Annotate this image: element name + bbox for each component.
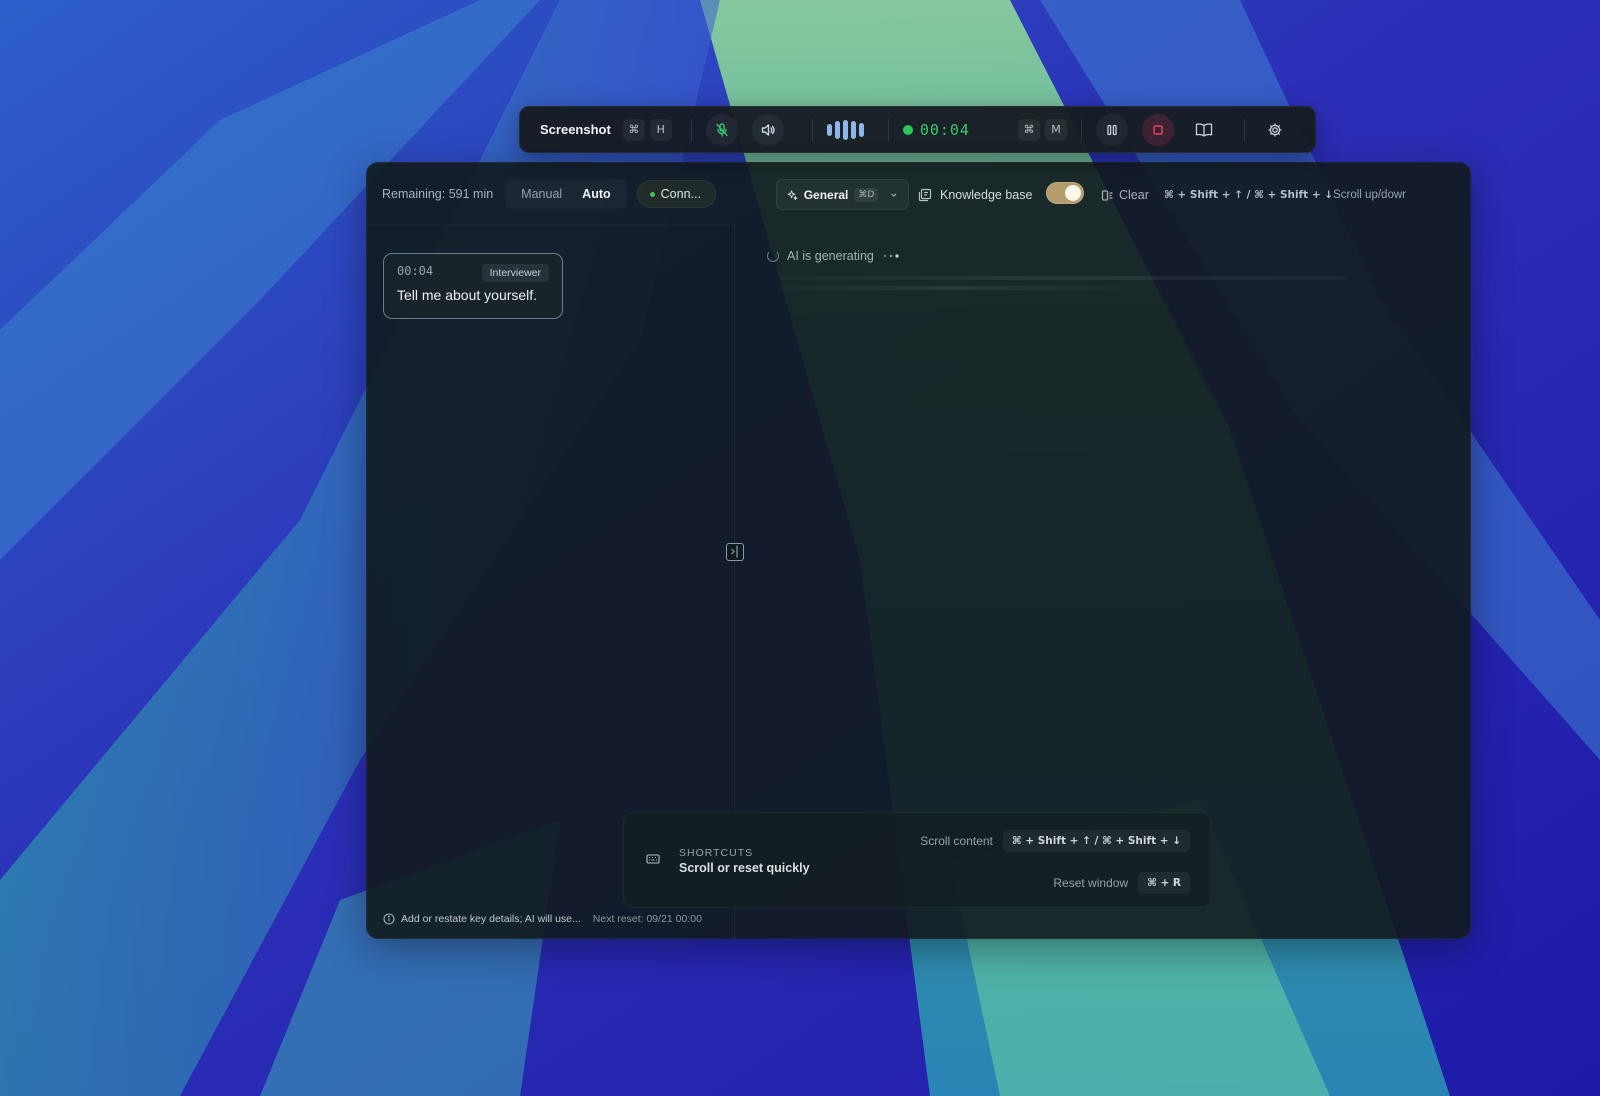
knowledge-base-icon	[918, 188, 932, 202]
info-icon	[383, 913, 395, 925]
screenshot-key-cmd: ⌘	[622, 118, 645, 141]
knowledge-base: Knowledge base	[918, 181, 1032, 209]
knowledge-base-toggle[interactable]	[1046, 182, 1084, 204]
assistant-mode-shortcut: ⌘D	[854, 187, 879, 202]
sparkle-icon	[787, 189, 798, 200]
assistant-mode-dropdown[interactable]: General ⌘D	[776, 179, 909, 210]
screenshot-key-h: H	[649, 118, 672, 141]
pause-icon	[1107, 124, 1117, 135]
speaker-icon	[761, 123, 775, 136]
shortcut-reset-label: Reset window	[1053, 876, 1129, 890]
collapse-panel-icon[interactable]	[726, 543, 744, 561]
shortcuts-kicker: SHORTCUTS	[679, 847, 754, 859]
panel-footer: Add or restate key details; AI will use.…	[383, 913, 702, 925]
transcript-card[interactable]: 00:04 Interviewer Tell me about yourself…	[383, 253, 563, 319]
speaker-button[interactable]	[751, 113, 784, 146]
shortcut-reset-keys: ⌘ + R	[1138, 872, 1190, 894]
response-placeholder-line	[780, 286, 1125, 290]
context-note-text: Add or restate key details; AI will use.…	[401, 913, 581, 925]
toolbar-divider	[1080, 118, 1082, 141]
shortcuts-tip: SHORTCUTS Scroll or reset quickly Scroll…	[623, 812, 1211, 908]
marker-key-m: M	[1044, 118, 1067, 141]
typing-dots-icon	[883, 254, 899, 258]
mode-auto[interactable]: Auto	[572, 187, 620, 201]
response-placeholder-line	[780, 276, 1347, 280]
screenshot-label[interactable]: Screenshot	[540, 122, 611, 137]
toolbar-divider	[811, 118, 813, 141]
header-divider	[367, 225, 734, 226]
shortcut-scroll-keys: ⌘ + Shift + ↑ / ⌘ + Shift + ↓	[1002, 830, 1190, 852]
stop-icon	[1153, 124, 1163, 135]
recording-toolbar: Screenshot ⌘ H 00:04 ⌘ M	[519, 106, 1316, 153]
remaining-time: Remaining: 591 min	[382, 187, 494, 201]
scroll-label: Scroll up/dowr	[1333, 189, 1406, 201]
guide-button[interactable]	[1188, 114, 1220, 146]
marker-key-cmd: ⌘	[1017, 118, 1040, 141]
pause-button[interactable]	[1095, 113, 1128, 146]
scroll-shortcut-hint: ⌘ + Shift + ↑ / ⌘ + Shift + ↓ Scroll up/…	[1164, 181, 1459, 209]
toolbar-divider	[1243, 118, 1245, 141]
clear-button[interactable]: Clear	[1101, 181, 1149, 209]
gear-icon	[1268, 123, 1282, 136]
mute-mic-button[interactable]	[705, 113, 738, 146]
speaker-badge: Interviewer	[481, 264, 549, 282]
toolbar-divider	[690, 118, 692, 141]
knowledge-base-label: Knowledge base	[940, 188, 1033, 202]
audio-level-icon	[826, 119, 864, 140]
recording-dot-icon	[902, 124, 913, 135]
mic-off-icon	[716, 122, 728, 137]
assistant-panel: Remaining: 591 min Manual Auto Conn... G…	[366, 162, 1471, 939]
shortcut-scroll-label: Scroll content	[920, 834, 993, 848]
shortcuts-title: Scroll or reset quickly	[679, 861, 810, 875]
next-reset: Next reset: 09/21 00:00	[592, 913, 702, 925]
mode-switch: Manual Auto	[505, 179, 626, 209]
ai-status-label: AI is generating	[787, 249, 874, 263]
ai-status: AI is generating	[767, 249, 902, 263]
assistant-mode-label: General	[803, 187, 849, 202]
settings-button[interactable]	[1259, 114, 1291, 146]
keyboard-icon	[646, 854, 660, 864]
timer-value: 00:04	[919, 120, 970, 139]
clear-label: Clear	[1119, 188, 1149, 202]
stop-recording-button[interactable]	[1141, 113, 1174, 146]
clear-icon	[1101, 189, 1113, 201]
toolbar-divider	[887, 118, 889, 141]
shortcut-scroll-row: Scroll content ⌘ + Shift + ↑ / ⌘ + Shift…	[920, 830, 1190, 852]
transcript-text: Tell me about yourself.	[397, 287, 538, 303]
connection-dot-icon	[649, 191, 655, 197]
toggle-knob	[1065, 185, 1081, 201]
recording-timer: 00:04	[902, 120, 970, 139]
connection-status[interactable]: Conn...	[636, 180, 716, 208]
loading-spinner-icon	[767, 250, 779, 262]
mode-manual[interactable]: Manual	[511, 187, 572, 201]
scroll-keys: ⌘ + Shift + ↑ / ⌘ + Shift + ↓	[1164, 189, 1334, 201]
context-note[interactable]: Add or restate key details; AI will use.…	[383, 913, 581, 925]
shortcut-reset-row: Reset window ⌘ + R	[1053, 872, 1190, 894]
connection-label: Conn...	[660, 187, 701, 201]
book-icon	[1195, 122, 1213, 137]
chevron-down-icon	[891, 192, 897, 197]
